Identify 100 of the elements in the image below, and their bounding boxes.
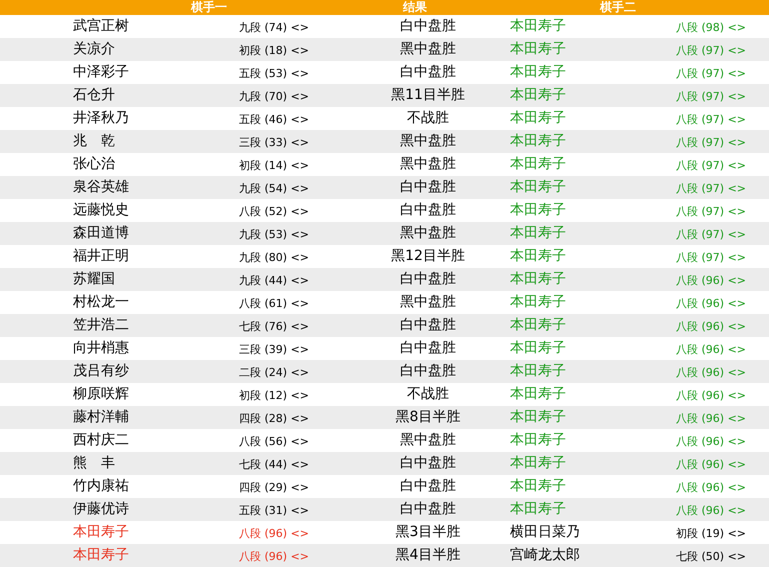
player-name: 本田寿子	[510, 178, 567, 197]
player-name: 本田寿子	[510, 270, 567, 289]
result-text: 白中盘胜	[399, 178, 457, 197]
rank-text: 七段 (44) <>	[239, 457, 310, 474]
rank-text: 八段 (96) <>	[676, 457, 746, 474]
rank-text: 八段 (96) <>	[676, 480, 746, 496]
result-text: 黑中盘胜	[399, 132, 457, 151]
player-name: 本田寿子	[510, 224, 567, 243]
player-name: 本田寿子	[73, 523, 130, 542]
player-name: 本田寿子	[510, 17, 567, 36]
result-text: 白中盘胜	[399, 500, 457, 519]
rank-text: 八段 (97) <>	[676, 181, 746, 198]
player-name: 关凉介	[73, 40, 116, 59]
player-name: 本田寿子	[510, 40, 567, 59]
rank-text: 八段 (98) <>	[676, 20, 746, 36]
player-name: 本田寿子	[510, 293, 567, 312]
rank-text: 八段 (97) <>	[676, 89, 746, 106]
rank-text: 八段 (97) <>	[676, 112, 746, 128]
player-name: 本田寿子	[510, 500, 567, 519]
rank-text: 八段 (96) <>	[676, 411, 746, 428]
result-text: 不战胜	[406, 385, 450, 404]
player-name: 张心治	[73, 155, 116, 174]
column-header: 棋手一	[191, 0, 227, 15]
rank-text: 八段 (96) <>	[239, 549, 310, 566]
player-name: 本田寿子	[510, 477, 567, 496]
rank-text: 八段 (97) <>	[676, 250, 746, 266]
rank-text: 八段 (56) <>	[239, 434, 310, 450]
player-name: 本田寿子	[510, 86, 567, 105]
player-name: 本田寿子	[73, 546, 130, 565]
column-header: 棋手二	[600, 0, 636, 15]
player-name: 中泽彩子	[73, 63, 130, 82]
result-text: 白中盘胜	[399, 63, 457, 82]
rank-text: 五段 (53) <>	[239, 66, 310, 82]
result-text: 白中盘胜	[399, 201, 457, 220]
player-name: 竹内康祐	[73, 477, 130, 496]
player-name: 武宫正树	[73, 17, 130, 36]
rank-text: 八段 (96) <>	[676, 296, 746, 312]
rank-text: 八段 (61) <>	[239, 296, 310, 312]
rank-text: 八段 (96) <>	[676, 365, 746, 382]
rank-text: 八段 (97) <>	[676, 43, 746, 60]
player-name: 本田寿子	[510, 385, 567, 404]
result-text: 黑中盘胜	[399, 431, 457, 450]
result-text: 白中盘胜	[399, 270, 457, 289]
player-name: 藤村洋輔	[73, 408, 130, 427]
result-text: 黑中盘胜	[399, 155, 457, 174]
rank-text: 八段 (97) <>	[676, 66, 746, 82]
player-name: 西村庆二	[73, 431, 130, 450]
result-text: 黑8目半胜	[394, 408, 462, 427]
rank-text: 四段 (28) <>	[239, 411, 310, 428]
player-name: 兆 乾	[73, 132, 116, 151]
player-name: 本田寿子	[510, 63, 567, 82]
rank-text: 五段 (31) <>	[239, 503, 310, 520]
rank-text: 八段 (96) <>	[676, 503, 746, 520]
player-name: 熊 丰	[73, 454, 116, 473]
rank-text: 八段 (97) <>	[676, 158, 746, 174]
column-header: 结果	[403, 0, 427, 15]
player-name: 本田寿子	[510, 247, 567, 266]
rank-text: 初段 (12) <>	[239, 388, 310, 404]
rank-text: 九段 (53) <>	[239, 227, 310, 244]
player-name: 本田寿子	[510, 454, 567, 473]
result-text: 不战胜	[406, 109, 450, 128]
result-text: 黑4目半胜	[394, 546, 462, 565]
rank-text: 初段 (14) <>	[239, 158, 310, 174]
rank-text: 九段 (70) <>	[239, 89, 310, 106]
player-name: 笠井浩二	[73, 316, 130, 335]
rank-text: 八段 (96) <>	[676, 434, 746, 450]
rank-text: 七段 (50) <>	[676, 549, 746, 566]
player-name: 井泽秋乃	[73, 109, 130, 128]
player-name: 柳原咲辉	[73, 385, 130, 404]
result-text: 白中盘胜	[399, 17, 457, 36]
player-name: 石仓升	[73, 86, 116, 105]
player-name: 村松龙一	[73, 293, 130, 312]
player-name: 福井正明	[73, 247, 130, 266]
player-name: 本田寿子	[510, 316, 567, 335]
player-name: 本田寿子	[510, 431, 567, 450]
rank-text: 八段 (97) <>	[676, 204, 746, 220]
rank-text: 四段 (29) <>	[239, 480, 310, 496]
result-text: 黑中盘胜	[399, 293, 457, 312]
result-text: 黑12目半胜	[390, 247, 466, 266]
player-name: 远藤悦史	[73, 201, 130, 220]
player-name: 泉谷英雄	[73, 178, 130, 197]
player-name: 向井梢惠	[73, 339, 130, 358]
rank-text: 九段 (74) <>	[239, 20, 310, 36]
rank-text: 八段 (96) <>	[676, 342, 746, 358]
rank-text: 八段 (97) <>	[676, 227, 746, 244]
result-text: 黑中盘胜	[399, 224, 457, 243]
result-text: 黑3目半胜	[394, 523, 462, 542]
rank-text: 三段 (33) <>	[239, 135, 310, 152]
rank-text: 八段 (52) <>	[239, 204, 310, 220]
player-name: 宫崎龙太郎	[510, 546, 581, 565]
rank-text: 八段 (97) <>	[676, 135, 746, 152]
player-name: 森田道博	[73, 224, 130, 243]
player-name: 伊藤优诗	[73, 500, 130, 519]
rank-text: 九段 (54) <>	[239, 181, 310, 198]
result-text: 白中盘胜	[399, 316, 457, 335]
player-name: 本田寿子	[510, 201, 567, 220]
player-name: 本田寿子	[510, 362, 567, 381]
rank-text: 八段 (96) <>	[676, 319, 746, 336]
rank-text: 二段 (24) <>	[239, 365, 310, 382]
result-text: 白中盘胜	[399, 454, 457, 473]
